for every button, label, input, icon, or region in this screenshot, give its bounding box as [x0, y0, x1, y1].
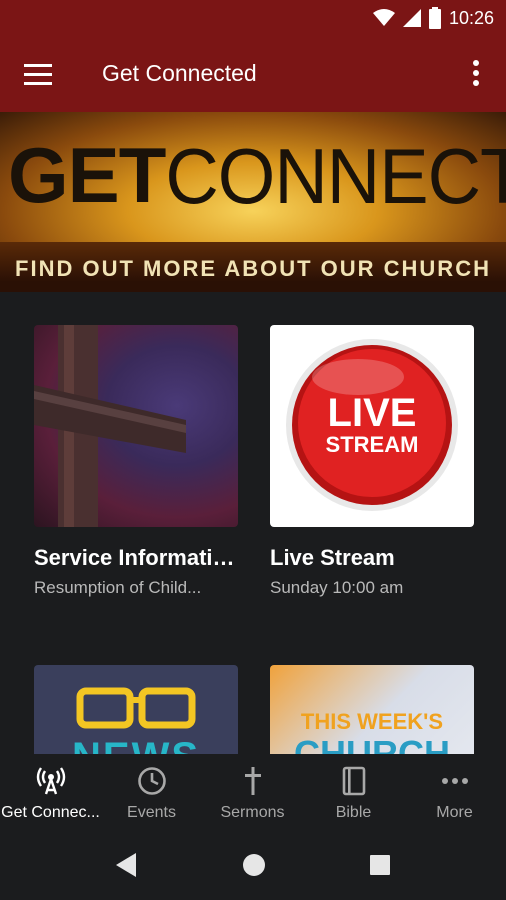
wifi-icon	[372, 9, 395, 26]
app-bar: Get Connected	[0, 38, 506, 112]
cross-icon	[244, 767, 261, 795]
hamburger-icon	[24, 64, 52, 85]
banner-subtitle: FIND OUT MORE ABOUT OUR CHURCH	[15, 256, 491, 281]
nav-bible[interactable]: Bible	[303, 754, 404, 830]
clock-icon	[137, 767, 166, 795]
content-grid: Service Information Up... Resumption of …	[0, 292, 506, 754]
bottom-navigation: Get Connec... Events Sermons Bible More	[0, 754, 506, 830]
battery-icon	[428, 7, 441, 29]
church-text: CHURCH	[294, 733, 450, 754]
status-icons: 10:26	[372, 7, 494, 29]
home-icon[interactable]	[242, 852, 266, 878]
card-image-cross	[34, 325, 238, 527]
card-image-news: NEWS	[34, 665, 238, 754]
card-live-stream[interactable]: LIVE STREAM Live Stream Sunday 10:00 am	[270, 325, 474, 601]
cross-image-icon	[34, 325, 186, 527]
glasses-icon	[76, 687, 196, 729]
nav-sermons[interactable]: Sermons	[202, 754, 303, 830]
broadcast-icon	[36, 767, 65, 795]
news-text: NEWS	[34, 735, 238, 754]
overflow-menu-button[interactable]	[464, 58, 488, 92]
nav-label: Bible	[335, 804, 372, 821]
card-image-this-weeks-church: THIS WEEK'S CHURCH	[270, 665, 474, 754]
card-this-weeks-church[interactable]: THIS WEEK'S CHURCH	[270, 665, 474, 754]
more-horizontal-icon	[441, 778, 468, 784]
card-subtitle: Resumption of Child...	[34, 578, 202, 597]
card-news[interactable]: NEWS	[34, 665, 238, 754]
more-vertical-icon	[473, 60, 479, 86]
cell-signal-icon	[402, 9, 421, 27]
nav-label: More	[436, 804, 473, 821]
nav-label: Sermons	[220, 804, 285, 821]
banner-word-light: CONNECTED	[165, 132, 506, 221]
status-time: 10:26	[448, 7, 494, 28]
stream-text: STREAM	[325, 432, 419, 457]
live-text: LIVE	[327, 391, 417, 435]
system-navigation-bar	[0, 830, 506, 900]
nav-get-connected[interactable]: Get Connec...	[0, 754, 101, 830]
this-weeks-text: THIS WEEK'S	[300, 709, 444, 734]
card-title: Service Information Up...	[34, 545, 238, 570]
book-icon	[342, 766, 365, 796]
nav-more[interactable]: More	[404, 754, 505, 830]
nav-label: Events	[127, 804, 176, 821]
nav-events[interactable]: Events	[101, 754, 202, 830]
status-bar: 10:26	[0, 0, 506, 38]
recents-icon[interactable]	[368, 852, 392, 878]
hamburger-menu-button[interactable]	[24, 60, 56, 90]
header-banner: GETCONNECTED FIND OUT MORE ABOUT OUR CHU…	[0, 112, 506, 292]
page-title: Get Connected	[102, 60, 257, 86]
banner-headline: GETCONNECTED	[8, 136, 506, 215]
back-icon[interactable]	[114, 852, 138, 878]
card-image-live-stream: LIVE STREAM	[270, 325, 474, 527]
card-subtitle: Sunday 10:00 am	[270, 578, 404, 597]
nav-label: Get Connec...	[1, 804, 100, 821]
card-title: Live Stream	[270, 545, 395, 570]
banner-word-bold: GET	[8, 131, 166, 219]
card-service-information[interactable]: Service Information Up... Resumption of …	[34, 325, 238, 601]
